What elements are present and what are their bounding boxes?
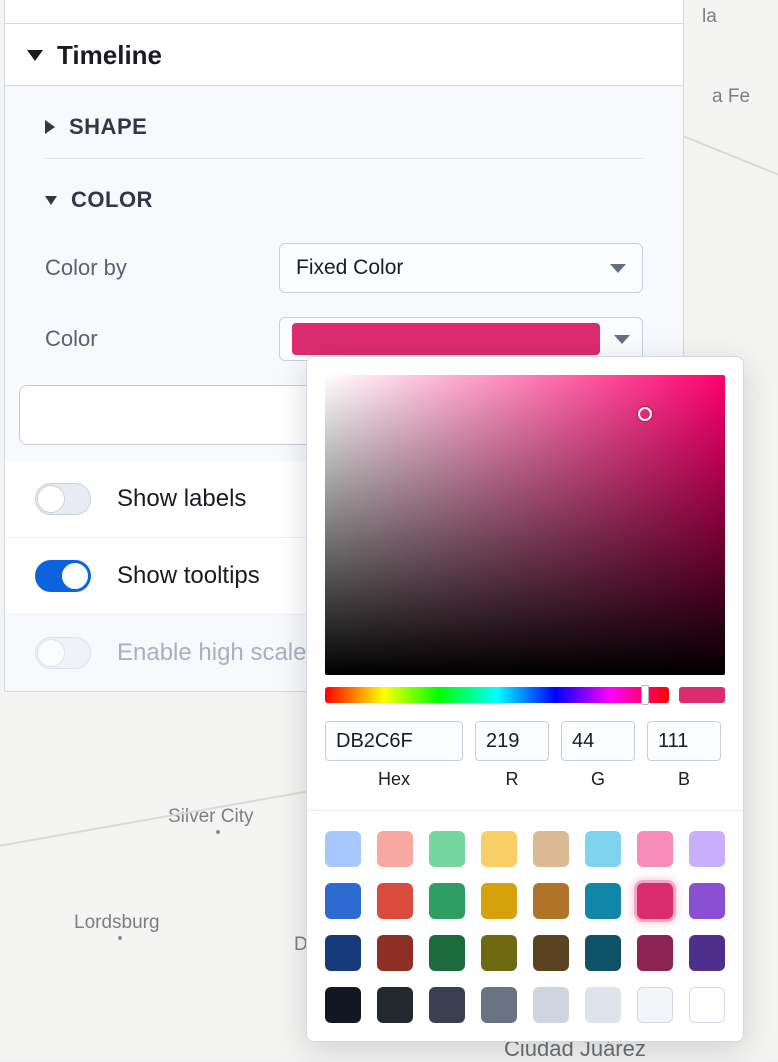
palette-swatch[interactable] bbox=[689, 831, 725, 867]
hex-input[interactable] bbox=[325, 721, 463, 761]
palette-swatch[interactable] bbox=[481, 883, 517, 919]
palette-swatch[interactable] bbox=[637, 987, 673, 1023]
b-label: B bbox=[678, 769, 690, 790]
palette-swatch[interactable] bbox=[377, 883, 413, 919]
palette-swatch[interactable] bbox=[325, 987, 361, 1023]
palette-swatch[interactable] bbox=[533, 883, 569, 919]
palette-swatch[interactable] bbox=[481, 831, 517, 867]
color-by-value: Fixed Color bbox=[296, 256, 403, 280]
palette-swatch[interactable] bbox=[585, 883, 621, 919]
current-color-chip bbox=[679, 687, 725, 703]
map-dot bbox=[216, 830, 220, 834]
color-label: Color bbox=[45, 326, 279, 352]
color-inputs: Hex R G B bbox=[325, 721, 725, 790]
subsection-color-label: COLOR bbox=[71, 187, 153, 213]
palette-swatch[interactable] bbox=[637, 935, 673, 971]
show-tooltips-label: Show tooltips bbox=[117, 562, 260, 590]
palette-swatch[interactable] bbox=[637, 831, 673, 867]
palette-swatch[interactable] bbox=[429, 831, 465, 867]
r-input[interactable] bbox=[475, 721, 549, 761]
palette-swatch[interactable] bbox=[689, 883, 725, 919]
palette-swatch[interactable] bbox=[377, 935, 413, 971]
chevron-right-icon bbox=[45, 120, 55, 134]
color-by-label: Color by bbox=[45, 255, 279, 281]
section-title: Timeline bbox=[57, 40, 162, 71]
g-label: G bbox=[591, 769, 605, 790]
palette-swatch[interactable] bbox=[325, 935, 361, 971]
subsection-shape[interactable]: SHAPE bbox=[45, 86, 643, 159]
subsection-color[interactable]: COLOR bbox=[45, 159, 643, 219]
subsection-shape-label: SHAPE bbox=[69, 114, 147, 140]
chevron-down-icon bbox=[610, 264, 626, 273]
r-label: R bbox=[506, 769, 519, 790]
row-color-by: Color by Fixed Color bbox=[45, 243, 643, 293]
high-scale-label: Enable high scale bbox=[117, 639, 306, 667]
palette-swatch[interactable] bbox=[533, 935, 569, 971]
palette-swatch[interactable] bbox=[637, 883, 673, 919]
palette-swatch[interactable] bbox=[325, 831, 361, 867]
toggle-high-scale bbox=[35, 637, 91, 669]
map-label: la bbox=[702, 6, 717, 28]
palette-swatch[interactable] bbox=[689, 987, 725, 1023]
map-label: a Fe bbox=[712, 86, 750, 108]
palette-swatch[interactable] bbox=[689, 935, 725, 971]
palette-swatch[interactable] bbox=[377, 831, 413, 867]
toggle-show-labels[interactable] bbox=[35, 483, 91, 515]
palette-swatch[interactable] bbox=[481, 935, 517, 971]
palette-swatch[interactable] bbox=[533, 831, 569, 867]
palette-swatch[interactable] bbox=[429, 987, 465, 1023]
color-swatch-select[interactable] bbox=[279, 317, 643, 361]
palette-swatch[interactable] bbox=[585, 987, 621, 1023]
color-palette bbox=[325, 811, 725, 1023]
color-by-select[interactable]: Fixed Color bbox=[279, 243, 643, 293]
chevron-down-icon bbox=[45, 196, 57, 205]
palette-swatch[interactable] bbox=[481, 987, 517, 1023]
row-color: Color bbox=[45, 317, 643, 361]
palette-swatch[interactable] bbox=[533, 987, 569, 1023]
palette-swatch[interactable] bbox=[585, 831, 621, 867]
hue-row bbox=[325, 687, 725, 703]
panel-top-strip bbox=[5, 0, 683, 24]
palette-swatch[interactable] bbox=[325, 883, 361, 919]
palette-swatch[interactable] bbox=[429, 935, 465, 971]
sv-handle[interactable] bbox=[638, 407, 652, 421]
show-labels-label: Show labels bbox=[117, 485, 246, 513]
palette-swatch[interactable] bbox=[377, 987, 413, 1023]
saturation-value-area[interactable] bbox=[325, 375, 725, 675]
hue-slider[interactable] bbox=[325, 687, 669, 703]
current-color-swatch bbox=[292, 323, 600, 355]
map-label: Lordsburg bbox=[74, 912, 160, 934]
b-input[interactable] bbox=[647, 721, 721, 761]
palette-swatch[interactable] bbox=[585, 935, 621, 971]
palette-swatch[interactable] bbox=[429, 883, 465, 919]
chevron-down-icon bbox=[27, 50, 43, 61]
toggle-show-tooltips[interactable] bbox=[35, 560, 91, 592]
section-timeline-header[interactable]: Timeline bbox=[5, 24, 683, 86]
chevron-down-icon bbox=[614, 335, 630, 344]
hex-label: Hex bbox=[378, 769, 410, 790]
hue-handle[interactable] bbox=[641, 685, 649, 705]
color-picker-popover: Hex R G B bbox=[306, 356, 744, 1042]
g-input[interactable] bbox=[561, 721, 635, 761]
map-dot bbox=[118, 936, 122, 940]
